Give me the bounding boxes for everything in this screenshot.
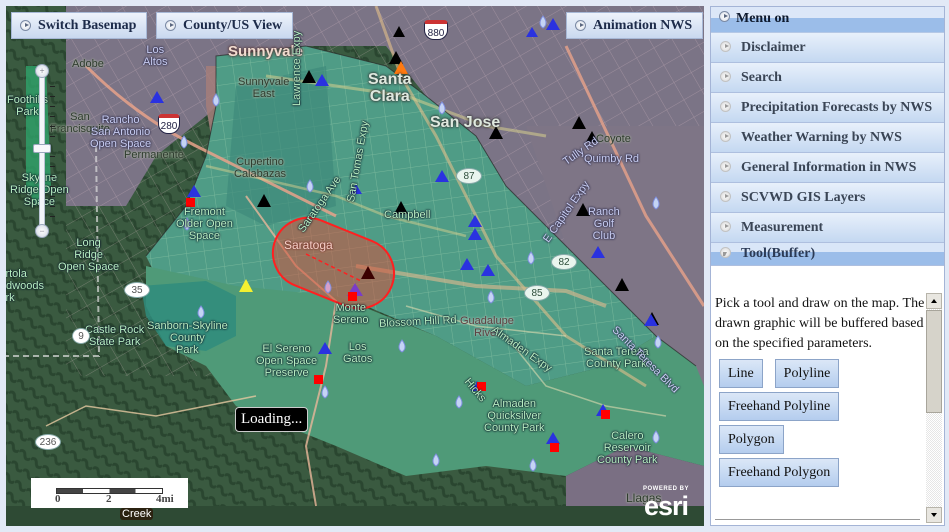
zoom-out-button[interactable]: − xyxy=(35,224,49,238)
zoom-tick xyxy=(50,96,55,97)
zoom-tick xyxy=(50,216,55,217)
zoom-tick xyxy=(50,176,55,177)
shield-i880: 880 xyxy=(424,20,448,40)
county-view-button[interactable]: County/US View xyxy=(156,12,294,39)
animation-nws-button[interactable]: Animation NWS xyxy=(566,12,704,39)
tool-buffer-content: Pick a tool and draw on the map. The dra… xyxy=(715,294,925,487)
line-tool-button[interactable]: Line xyxy=(719,359,763,388)
menu-item-precipitation-forecasts[interactable]: Precipitation Forecasts by NWS xyxy=(711,93,944,123)
menu-header-label: Menu on xyxy=(736,11,790,26)
esri-attribution-logo[interactable]: POWERED BY esri xyxy=(636,486,696,521)
tool-buffer-panel: Pick a tool and draw on the map. The dra… xyxy=(711,290,944,525)
expand-arrow-icon xyxy=(720,71,731,82)
esri-logo: esri xyxy=(643,491,689,521)
play-circle-icon xyxy=(575,20,586,31)
tool-description: Pick a tool and draw on the map. The dra… xyxy=(715,296,925,351)
scale-label: 0 xyxy=(55,493,61,505)
menu-item-weather-warning[interactable]: Weather Warning by NWS xyxy=(711,123,944,153)
zoom-tick xyxy=(50,166,55,167)
menu-item-tool-buffer[interactable]: Tool(Buffer) xyxy=(711,243,944,266)
freehand-polyline-tool-button[interactable]: Freehand Polyline xyxy=(719,392,840,421)
county-view-label: County/US View xyxy=(183,18,283,33)
shield-sr236: 236 xyxy=(35,434,61,450)
expand-arrow-icon xyxy=(720,41,731,52)
tool-panel-divider xyxy=(715,519,920,520)
menu-toggle-header[interactable]: Menu on xyxy=(711,7,944,33)
tool-button-row: Line Polyline xyxy=(715,355,925,388)
tool-panel-scrollbar[interactable] xyxy=(926,293,942,523)
expand-arrow-icon xyxy=(720,101,731,112)
shield-sr82: 82 xyxy=(551,254,577,270)
play-circle-icon xyxy=(719,11,730,22)
scrollbar-thumb[interactable] xyxy=(926,310,942,413)
zoom-tick xyxy=(50,86,55,87)
zoom-tick xyxy=(50,116,55,117)
scale-label: 2 xyxy=(106,493,112,505)
shield-sr35: 35 xyxy=(124,282,150,298)
menu-item-label: Tool(Buffer) xyxy=(741,246,816,261)
menu-item-label: Precipitation Forecasts by NWS xyxy=(741,100,933,115)
zoom-tick xyxy=(50,196,55,197)
scroll-down-arrow-icon[interactable] xyxy=(926,507,942,523)
menu-item-label: Weather Warning by NWS xyxy=(741,130,902,145)
expand-arrow-icon xyxy=(720,161,731,172)
play-circle-icon xyxy=(20,20,31,31)
menu-item-disclaimer[interactable]: Disclaimer xyxy=(711,33,944,63)
expand-arrow-icon xyxy=(720,191,731,202)
menu-item-label: Search xyxy=(741,70,782,85)
zoom-tick xyxy=(50,136,55,137)
menu-item-label: Measurement xyxy=(741,220,824,235)
shield-sr85: 85 xyxy=(524,285,550,301)
scroll-up-arrow-icon[interactable] xyxy=(926,293,942,309)
zoom-tick xyxy=(50,186,55,187)
freehand-polygon-tool-button[interactable]: Freehand Polygon xyxy=(719,458,840,487)
menu-item-search[interactable]: Search xyxy=(711,63,944,93)
zoom-tick xyxy=(50,106,55,107)
polygon-tool-button[interactable]: Polygon xyxy=(719,425,784,454)
tool-button-row: Freehand Polygon xyxy=(715,454,925,487)
collapse-arrow-icon xyxy=(720,247,731,258)
shield-sr87: 87 xyxy=(456,168,482,184)
zoom-slider[interactable]: + − xyxy=(33,64,55,238)
app-root: Sunnyvale Sunnyvale East Santa Clara San… xyxy=(0,0,949,532)
play-circle-icon xyxy=(165,20,176,31)
zoom-tick xyxy=(50,126,55,127)
loading-indicator: Loading... xyxy=(235,407,309,432)
zoom-slider-thumb[interactable] xyxy=(33,144,51,153)
switch-basemap-button[interactable]: Switch Basemap xyxy=(11,12,148,39)
menu-item-label: SCVWD GIS Layers xyxy=(741,190,866,205)
zoom-tick xyxy=(50,206,55,207)
tool-button-row: Freehand Polyline xyxy=(715,388,925,421)
tool-button-row: Polygon xyxy=(715,421,925,454)
menu-item-gis-layers[interactable]: SCVWD GIS Layers xyxy=(711,183,944,213)
polyline-tool-button[interactable]: Polyline xyxy=(774,359,840,388)
zoom-tick xyxy=(50,156,55,157)
map-view[interactable]: Sunnyvale Sunnyvale East Santa Clara San… xyxy=(6,6,704,526)
zoom-in-button[interactable]: + xyxy=(35,64,49,78)
switch-basemap-label: Switch Basemap xyxy=(38,18,137,33)
expand-arrow-icon xyxy=(720,221,731,232)
menu-item-label: General Information in NWS xyxy=(741,160,917,175)
menu-item-label: Disclaimer xyxy=(741,40,806,55)
shield-i280: 280 xyxy=(158,114,180,134)
scale-label: 4mi xyxy=(156,493,174,505)
animation-nws-label: Animation NWS xyxy=(593,18,693,33)
menu-item-measurement[interactable]: Measurement xyxy=(711,213,944,243)
scale-bar: 0 2 4mi xyxy=(31,478,188,508)
menu-item-general-information[interactable]: General Information in NWS xyxy=(711,153,944,183)
sidebar-menu: Menu on Disclaimer Search Precipitation … xyxy=(710,6,945,526)
basemap-imagery xyxy=(6,6,704,526)
expand-arrow-icon xyxy=(720,131,731,142)
shield-sr9: 9 xyxy=(72,328,90,344)
